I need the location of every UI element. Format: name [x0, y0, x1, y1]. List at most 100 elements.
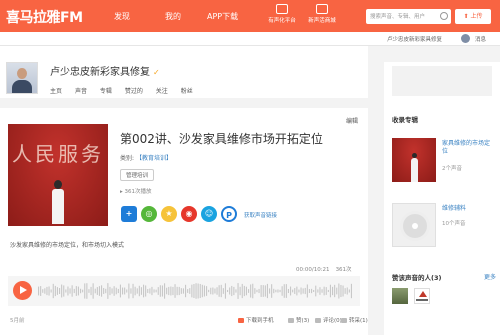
nav-mine[interactable]: 我的: [165, 11, 181, 22]
album-cover-1[interactable]: [392, 138, 436, 182]
waveform-bar: [107, 283, 109, 299]
waveform-bar: [212, 287, 214, 295]
waveform-bar: [67, 286, 69, 296]
qq-icon[interactable]: ☺: [201, 206, 217, 222]
waveform-bar: [214, 288, 216, 294]
waveform-bar: [210, 287, 212, 295]
waveform-bar: [128, 283, 130, 299]
like-button[interactable]: 赞(3): [288, 316, 309, 324]
waveform-bar: [52, 283, 54, 299]
search-input[interactable]: 搜索声音、专辑、用户: [366, 9, 451, 24]
waveform-bar: [243, 285, 245, 297]
waveform-bar: [161, 285, 163, 297]
play-count: ▸ 361次播放: [120, 189, 152, 195]
time-info: 00:00/10:21 361次: [296, 265, 352, 273]
profile-tabs: 主页 声音 专辑 赞过的 关注 粉丝: [50, 86, 204, 95]
messages-link[interactable]: 消息: [475, 35, 486, 43]
waveform-bar: [195, 283, 197, 299]
waveform-bar: [319, 287, 321, 295]
tab-albums[interactable]: 专辑: [100, 88, 112, 95]
tab-home[interactable]: 主页: [50, 88, 62, 95]
waveform-bar: [275, 289, 277, 293]
profile-name-text: 卢少忠皮新彩家具修复: [50, 67, 150, 78]
waveform-bar: [140, 287, 142, 295]
current-username[interactable]: 卢少忠皮新彩家具修复: [387, 35, 442, 43]
waveform-bar: [281, 286, 283, 296]
qzone-icon[interactable]: ★: [161, 206, 177, 222]
waveform-bar: [222, 288, 224, 294]
waveform-bar: [73, 288, 75, 294]
get-link-button[interactable]: 获取声音链接: [244, 211, 277, 219]
play-button[interactable]: [13, 281, 32, 300]
album-count-1: 2个声音: [442, 166, 462, 172]
waveform-bar: [285, 284, 287, 298]
waveform-bar: [199, 283, 201, 299]
waveform-bar: [235, 289, 237, 293]
category-link[interactable]: 【教育培训】: [136, 155, 172, 162]
track-cover: 人民服务: [8, 124, 108, 226]
waveform-bar: [46, 286, 48, 296]
waveform-bar: [75, 286, 77, 296]
weibo-icon[interactable]: ◉: [181, 206, 197, 222]
logo[interactable]: 喜马拉雅FM: [6, 7, 83, 27]
liker-avatar-2[interactable]: [414, 288, 430, 304]
profile-name: 卢少忠皮新彩家具修复 ✓: [50, 63, 161, 78]
tab-following[interactable]: 关注: [156, 88, 168, 95]
profile-header: 卢少忠皮新彩家具修复 ✓ 主页 声音 专辑 赞过的 关注 粉丝: [0, 46, 368, 98]
waveform-bar: [348, 289, 350, 293]
liker-avatar-1[interactable]: [392, 288, 408, 304]
waveform-bar: [201, 284, 203, 298]
more-likers-link[interactable]: 更多: [484, 272, 496, 281]
waveform-bar: [227, 289, 229, 293]
waveform-bar: [109, 286, 111, 296]
profile-avatar[interactable]: [6, 62, 38, 94]
waveform-bar: [48, 286, 50, 296]
waveform-bar: [311, 288, 313, 294]
album-title-2[interactable]: 维修辅料: [442, 205, 494, 213]
wechat-icon[interactable]: ◎: [141, 206, 157, 222]
waveform-bar: [308, 289, 310, 293]
waveform-bar: [239, 286, 241, 296]
upload-button[interactable]: ⬆ 上传: [455, 9, 491, 24]
link-icon[interactable]: P: [221, 206, 237, 222]
waveform-bar: [350, 283, 352, 299]
comment-button[interactable]: 评论(0): [315, 316, 342, 324]
user-avatar[interactable]: [461, 34, 470, 43]
waveform-bar: [105, 288, 107, 294]
waveform-bar: [82, 289, 84, 293]
album-count-2: 10个声音: [442, 221, 466, 227]
liker-logo-mark: [419, 291, 427, 297]
waveform-bar: [206, 286, 208, 296]
share-plus-icon[interactable]: +: [121, 206, 137, 222]
waveform-bar: [77, 286, 79, 296]
track-category: 类别: 【教育培训】: [120, 153, 172, 162]
tab-fans[interactable]: 粉丝: [181, 88, 193, 95]
audio-platform-link[interactable]: 有声化平台: [262, 4, 302, 28]
track-tag[interactable]: 管理培训: [120, 169, 155, 181]
waveform-bar: [88, 289, 90, 293]
download-button[interactable]: 下载到手机: [238, 316, 274, 324]
waveform-bar: [321, 289, 323, 293]
waveform-bar: [54, 285, 56, 297]
nav-app-download[interactable]: APP下载: [207, 11, 238, 22]
waveform-bar: [313, 289, 315, 293]
waveform-bar: [117, 288, 119, 294]
waveform-bar: [103, 288, 105, 294]
tab-sounds[interactable]: 声音: [75, 88, 87, 95]
waveform-bar: [94, 288, 96, 294]
edit-link[interactable]: 编辑: [346, 116, 358, 125]
tab-liked[interactable]: 赞过的: [125, 88, 143, 95]
nav-discover[interactable]: 发现: [114, 11, 130, 22]
waveform[interactable]: [38, 280, 356, 302]
forward-button[interactable]: 转采(1): [341, 316, 368, 324]
album-cover-2[interactable]: [392, 203, 436, 247]
waveform-bar: [317, 289, 319, 293]
waveform-bar: [172, 286, 174, 296]
album-title-1[interactable]: 家具维修的市场定位: [442, 140, 494, 156]
search-placeholder: 搜索声音、专辑、用户: [370, 14, 426, 20]
search-icon[interactable]: [440, 12, 448, 20]
waveform-bar: [189, 288, 191, 294]
waveform-bar: [136, 288, 138, 294]
waveform-bar: [193, 283, 195, 299]
shop-link[interactable]: 新声活商城: [302, 4, 342, 28]
